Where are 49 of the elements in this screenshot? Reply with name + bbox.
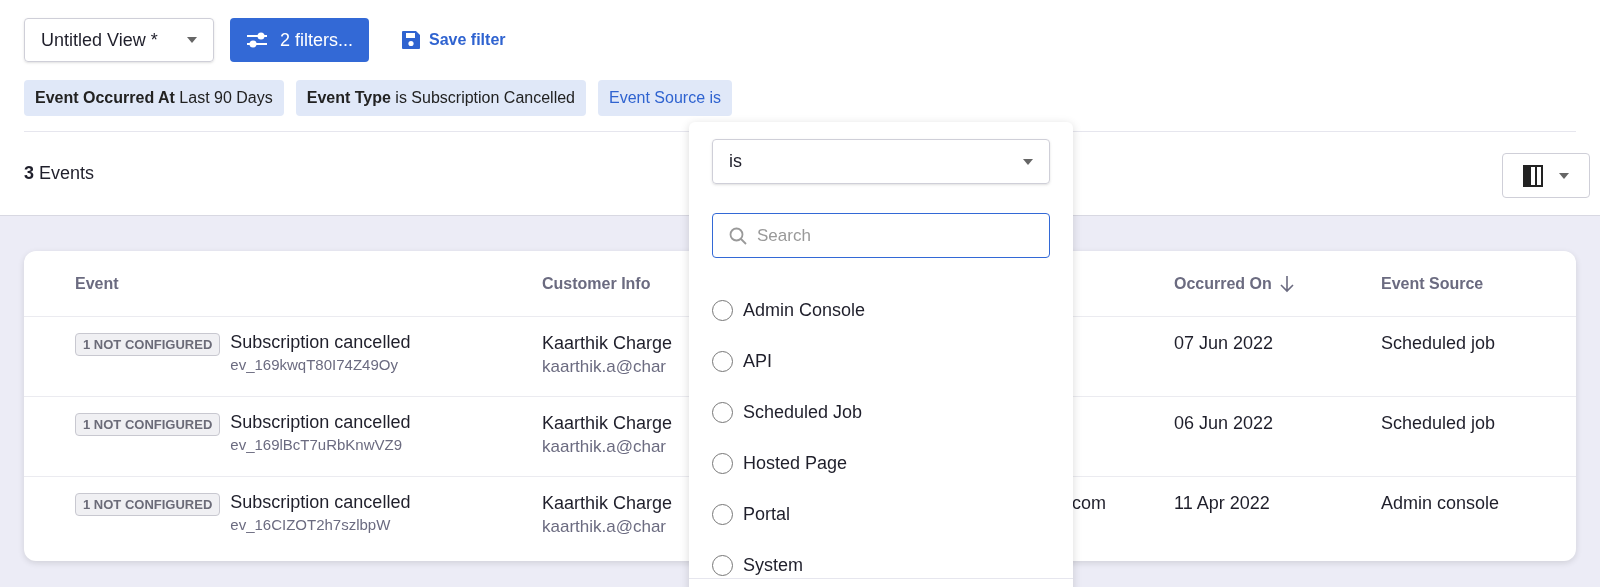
radio-option[interactable]: Scheduled Job <box>712 387 1050 438</box>
radio-option[interactable]: Admin Console <box>712 285 1050 336</box>
save-filter-button[interactable]: Save filter <box>385 18 522 62</box>
customer-name: Kaarthik Charge <box>542 332 673 355</box>
table-cell: Scheduled job <box>1381 413 1496 433</box>
filter-chip[interactable]: Event Type is Subscription Cancelled <box>295 80 586 116</box>
columns-button[interactable] <box>1502 153 1590 198</box>
column-header[interactable]: Event Source <box>1381 271 1484 296</box>
radio-option[interactable]: System <box>712 540 1050 587</box>
search-field[interactable]: Search <box>712 213 1050 258</box>
customer-email: kaarthik.a@char <box>542 516 667 538</box>
search-icon <box>729 227 747 245</box>
caret-icon <box>187 37 197 43</box>
table-cell: 11 Apr 2022 <box>1174 493 1270 513</box>
event-id: ev_169lBcT7uRbKnwVZ9 <box>230 435 404 455</box>
columns-icon <box>1523 164 1543 187</box>
column-header[interactable]: Event <box>75 271 119 296</box>
status-badge: 1 NOT CONFIGURED <box>75 493 221 516</box>
event-id: ev_169kwqT80I74Z49Oy <box>230 355 399 375</box>
table-cell: 07 Jun 2022 <box>1174 333 1274 353</box>
event-name: Subscription cancelled <box>230 411 411 434</box>
radio-option[interactable]: API <box>712 336 1050 387</box>
table-cell: Admin console <box>1381 493 1500 513</box>
sliders-icon <box>246 31 268 49</box>
customer-email: kaarthik.a@char <box>542 436 667 458</box>
status-badge: 1 NOT CONFIGURED <box>75 333 221 356</box>
event-id: ev_16CIZOT2h7szlbpW <box>230 515 392 535</box>
caret-icon <box>1559 172 1569 179</box>
table-cell: 06 Jun 2022 <box>1174 413 1274 433</box>
event-name: Subscription cancelled <box>230 331 411 354</box>
operator-select[interactable]: is <box>712 139 1050 184</box>
view-select[interactable]: Untitled View * <box>24 18 214 62</box>
event-name: Subscription cancelled <box>230 491 411 514</box>
radio-option[interactable]: Hosted Page <box>712 438 1050 489</box>
status-badge: 1 NOT CONFIGURED <box>75 413 221 436</box>
customer-name: Kaarthik Charge <box>542 492 673 515</box>
column-header[interactable]: Customer Info <box>542 271 651 296</box>
filter-chip[interactable]: Event Source is <box>598 80 733 116</box>
column-header[interactable]: Occurred On <box>1174 271 1272 296</box>
table-cell: com <box>1072 493 1106 513</box>
customer-email: kaarthik.a@char <box>542 356 667 378</box>
caret-icon <box>1023 158 1033 165</box>
filters-button[interactable]: 2 filters... <box>230 18 370 62</box>
save-icon <box>401 30 422 50</box>
table-cell: Scheduled job <box>1381 333 1496 353</box>
events-count: 3 Events <box>24 162 95 185</box>
radio-option[interactable]: Portal <box>712 489 1050 540</box>
filter-chip[interactable]: Event Occurred At Last 90 Days <box>24 80 284 116</box>
customer-name: Kaarthik Charge <box>542 412 673 435</box>
